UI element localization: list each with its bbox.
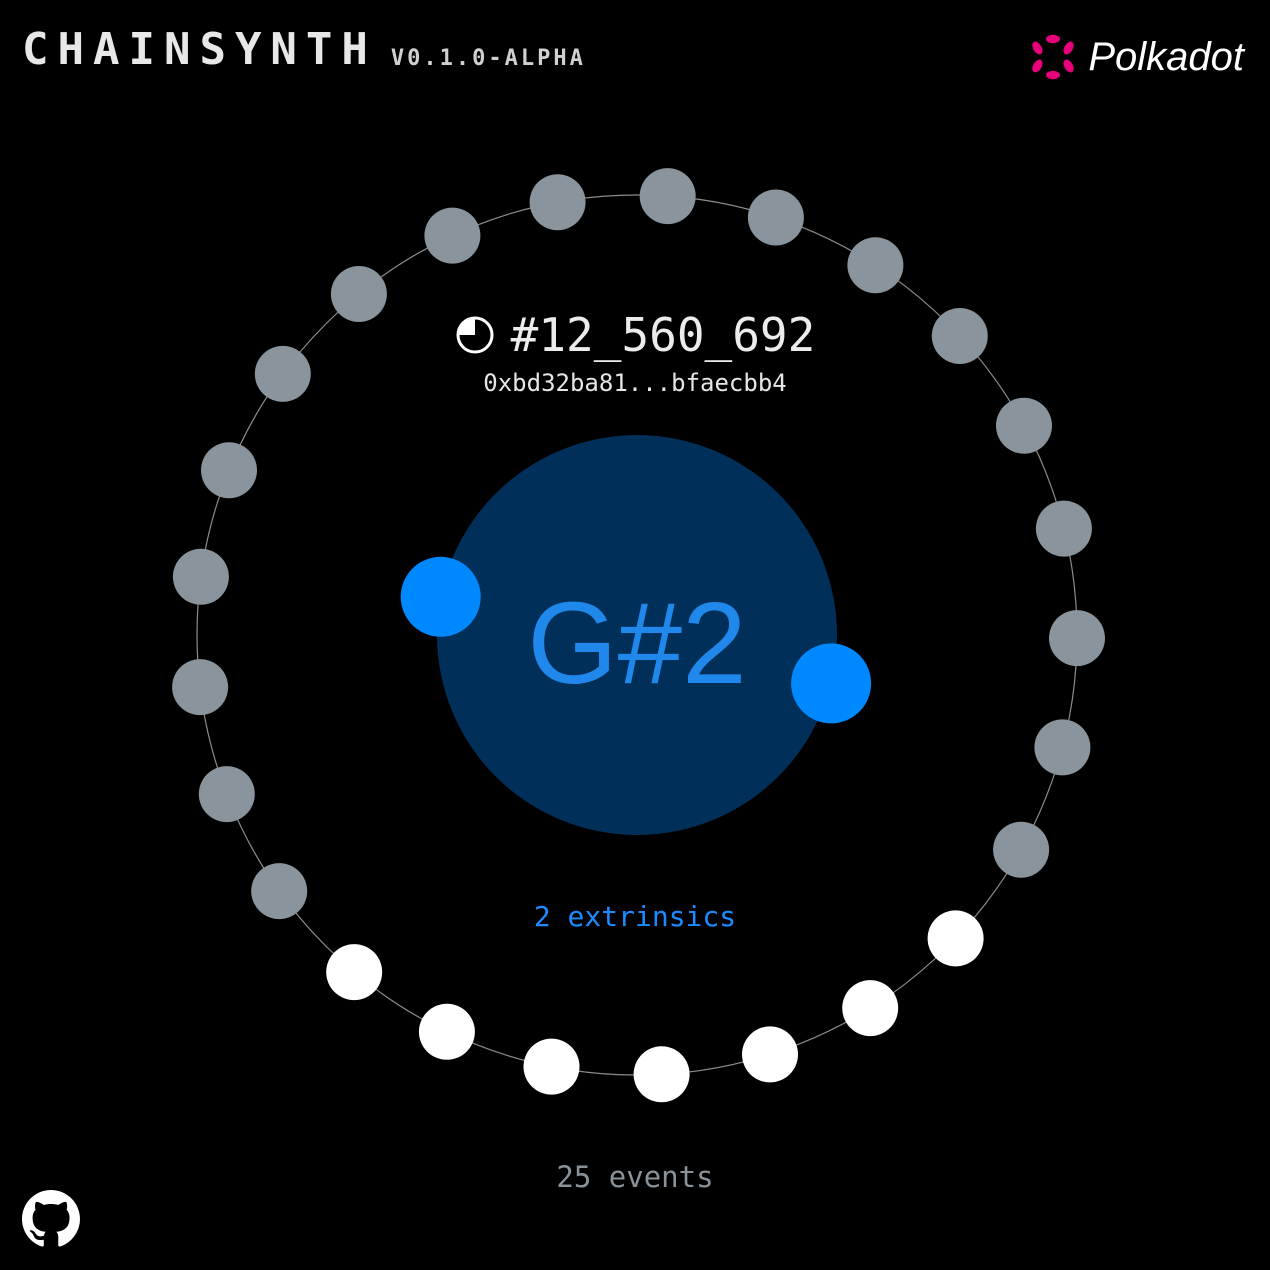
- event-dot: [172, 548, 229, 605]
- event-dot: [424, 207, 481, 264]
- event-dot: [747, 189, 804, 246]
- event-dot-active: [842, 980, 899, 1037]
- block-number: #12_560_692: [510, 308, 816, 362]
- event-dot-active: [523, 1038, 580, 1095]
- event-dot-active: [326, 944, 383, 1001]
- event-dot: [172, 659, 229, 716]
- github-icon: [22, 1190, 80, 1247]
- event-dot: [1034, 719, 1091, 776]
- event-dot: [847, 237, 904, 294]
- event-dot-active: [418, 1003, 475, 1060]
- note-label: G#2: [527, 578, 747, 708]
- event-dot: [529, 174, 586, 231]
- block-info: #12_560_692 0xbd32ba81...bfaecbb4: [0, 310, 1270, 397]
- block-hash: 0xbd32ba81...bfaecbb4: [483, 368, 787, 397]
- event-dot: [639, 168, 696, 225]
- events-count: 25 events: [556, 1160, 714, 1194]
- extrinsics-count: 2 extrinsics: [533, 900, 737, 933]
- event-dot: [198, 766, 255, 823]
- event-dot: [201, 442, 257, 499]
- event-dot-active: [633, 1046, 690, 1103]
- page: CHAINSYNTH V0.1.0-ALPHA Polkadot #12_560…: [0, 0, 1270, 1270]
- event-dot-active: [742, 1026, 798, 1083]
- event-dot: [1035, 500, 1092, 557]
- clock-icon: [456, 316, 494, 354]
- block-number-row: #12_560_692: [455, 308, 816, 362]
- event-dot: [993, 821, 1050, 878]
- event-dot: [996, 397, 1052, 454]
- github-link[interactable]: [22, 1190, 80, 1248]
- event-dot: [1049, 610, 1105, 667]
